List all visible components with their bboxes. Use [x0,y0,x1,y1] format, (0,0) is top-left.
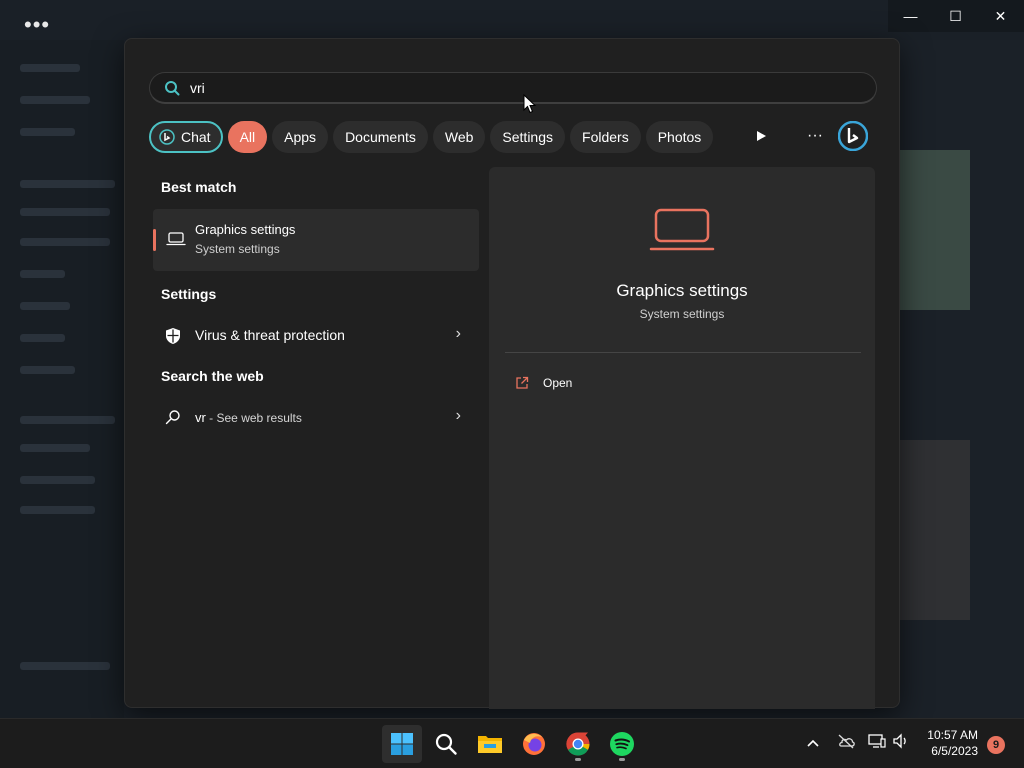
search-panel: Chat All Apps Documents Web Settings Fol… [124,38,900,709]
taskbar-search-button[interactable] [426,725,466,763]
more-filters-icon[interactable]: ··· [799,120,831,152]
detail-pane: Graphics settings System settings Open [489,167,875,709]
firefox-button[interactable] [514,725,554,763]
chevron-right-icon: › [455,407,461,424]
spotify-button[interactable] [602,725,642,763]
notification-badge[interactable]: 9 [987,736,1005,754]
volume-icon[interactable] [892,733,910,752]
bg-placeholder [20,662,110,670]
minimize-button[interactable]: — [888,0,933,32]
background-sidebar [0,40,124,718]
bg-placeholder [20,208,110,216]
running-indicator [575,758,581,761]
network-icon[interactable] [868,733,886,752]
file-explorer-button[interactable] [470,725,510,763]
best-match-heading: Best match [161,179,237,195]
detail-subtitle: System settings [639,307,725,321]
bg-placeholder [20,334,65,342]
web-result-item[interactable]: vr - See web results › [153,397,479,437]
chevron-right-icon: › [455,325,461,342]
window-controls: — ☐ ✕ [888,0,1024,32]
clock[interactable]: 10:57 AM 6/5/2023 [918,727,978,759]
clock-time: 10:57 AM [927,728,978,742]
best-match-subtitle: System settings [195,242,280,256]
best-match-title: Graphics settings [195,222,296,237]
shield-icon [166,328,180,344]
search-input[interactable] [190,79,790,96]
start-button[interactable] [382,725,422,763]
mouse-cursor-icon [523,94,537,114]
search-web-heading: Search the web [161,368,264,384]
bg-placeholder [20,416,115,424]
background-image [900,440,970,620]
settings-result-item[interactable]: Virus & threat protection › [153,315,479,355]
bg-placeholder [20,444,90,452]
chat-chip-label: Chat [181,129,211,145]
search-box[interactable] [149,72,877,104]
web-query-text: vr [195,410,206,425]
background-image [900,150,970,310]
best-match-item[interactable]: Graphics settings System settings [153,209,479,271]
play-icon[interactable] [745,120,777,152]
folder-icon [478,736,502,753]
bg-placeholder [20,476,95,484]
open-external-icon [516,376,529,389]
filter-web[interactable]: Web [432,121,486,153]
filter-all[interactable]: All [227,121,268,153]
open-action[interactable]: Open [515,373,572,393]
filter-apps[interactable]: Apps [272,121,329,153]
bing-icon [159,129,175,145]
running-indicator [619,758,625,761]
filter-settings[interactable]: Settings [490,121,566,153]
divider [505,352,861,353]
laptop-large-icon [649,208,715,251]
clock-date: 6/5/2023 [931,744,978,758]
bg-placeholder [20,302,70,310]
show-hidden-icons[interactable] [806,735,820,751]
chat-chip[interactable]: Chat [149,121,223,153]
bg-placeholder [20,238,110,246]
bg-placeholder [20,128,75,136]
more-options-icon[interactable]: ••• [24,12,50,38]
bg-placeholder [20,180,115,188]
bing-button[interactable] [837,120,869,152]
chrome-button[interactable] [558,725,598,763]
web-results-suffix: - See web results [205,411,302,425]
open-action-label: Open [543,376,573,390]
onedrive-icon[interactable] [836,733,856,752]
search-icon [165,80,180,95]
spotify-icon [610,732,634,756]
windows-logo-icon [391,733,413,755]
bg-placeholder [20,270,65,278]
taskbar: 10:57 AM 6/5/2023 9 [0,718,1024,768]
bing-logo-icon [838,121,868,151]
laptop-icon [166,232,186,246]
settings-result-label: Virus & threat protection [195,327,345,343]
web-search-icon [165,410,180,425]
chrome-icon [566,732,590,756]
maximize-button[interactable]: ☐ [933,0,978,32]
web-result-label: vr - See web results [195,409,302,425]
bg-placeholder [20,506,95,514]
detail-title: Graphics settings [616,281,748,300]
firefox-icon [523,733,545,755]
selection-accent [153,229,156,251]
bg-placeholder [20,366,75,374]
filter-documents[interactable]: Documents [333,121,428,153]
bg-placeholder [20,96,90,104]
settings-heading: Settings [161,286,217,302]
filter-folders[interactable]: Folders [570,121,641,153]
bg-placeholder [20,64,80,72]
filter-bar: Chat All Apps Documents Web Settings Fol… [149,120,718,154]
close-button[interactable]: ✕ [978,0,1023,32]
search-icon [435,733,457,755]
filter-photos[interactable]: Photos [645,121,714,153]
